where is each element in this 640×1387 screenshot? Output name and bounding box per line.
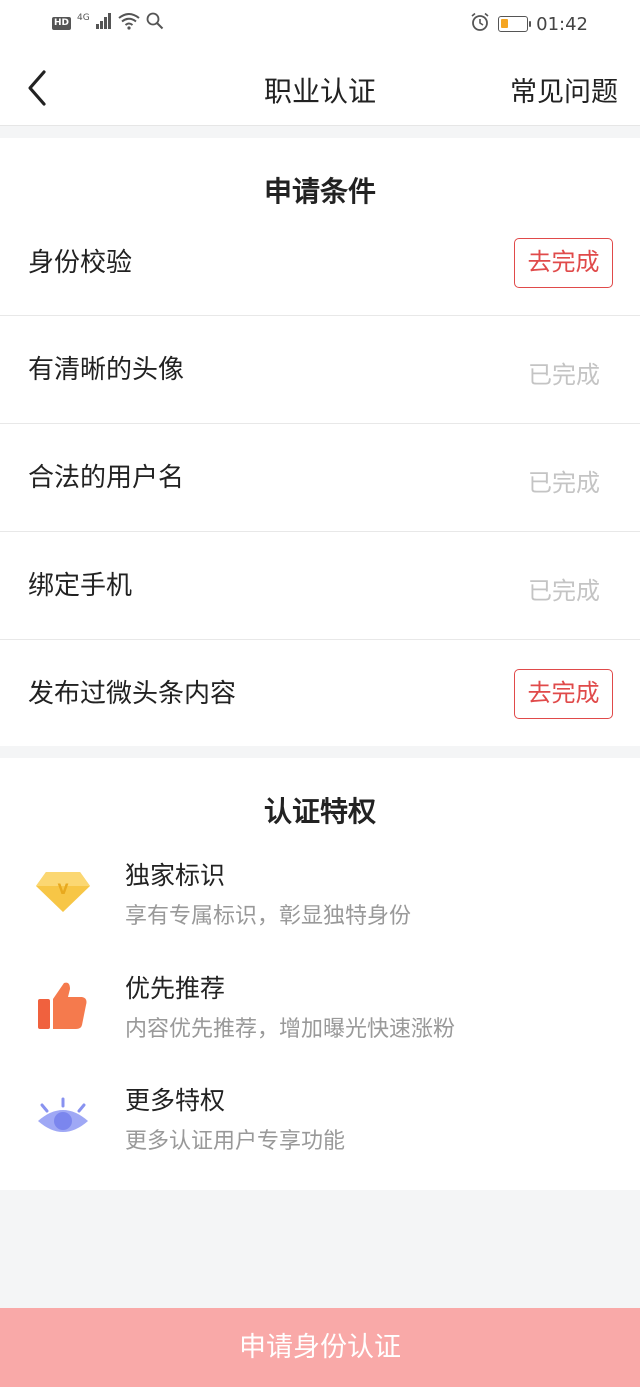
status-done-label: 已完成 <box>528 361 600 389</box>
condition-row-avatar: 有清晰的头像 已完成 <box>0 317 640 424</box>
condition-label: 身份校验 <box>28 248 133 278</box>
privilege-item: 更多特权 更多认证用户专享功能 <box>0 1081 640 1181</box>
status-done-label: 已完成 <box>528 469 600 497</box>
eye-icon <box>34 1089 92 1147</box>
privileges-section: 认证特权 V 独家标识 享有专属标识，彰显独特身份 优先推荐 内容优先推荐，增加… <box>0 758 640 1190</box>
privilege-name: 独家标识 <box>125 861 226 890</box>
condition-row-username: 合法的用户名 已完成 <box>0 425 640 532</box>
condition-label: 合法的用户名 <box>28 463 185 493</box>
hd-badge: HD <box>52 16 72 30</box>
status-bar: HD 4G 01:42 <box>0 0 640 48</box>
condition-row-post: 发布过微头条内容 去完成 <box>0 641 640 746</box>
faq-link[interactable]: 常见问题 <box>510 70 618 109</box>
network-type: 4G <box>77 13 90 23</box>
condition-label: 有清晰的头像 <box>28 355 185 385</box>
privilege-desc: 内容优先推荐，增加曝光快速涨粉 <box>125 1017 456 1042</box>
signal-icon <box>95 13 112 33</box>
apply-verification-button[interactable]: 申请身份认证 <box>0 1308 640 1387</box>
privilege-name: 更多特权 <box>125 1086 226 1115</box>
status-left: HD 4G <box>52 12 164 34</box>
privilege-item: V 独家标识 享有专属标识，彰显独特身份 <box>0 856 640 956</box>
conditions-title: 申请条件 <box>263 175 376 208</box>
diamond-icon: V <box>34 860 92 918</box>
alarm-icon <box>470 12 490 36</box>
status-done-label: 已完成 <box>528 577 600 605</box>
complete-post-button[interactable]: 去完成 <box>514 669 613 719</box>
condition-row-phone: 绑定手机 已完成 <box>0 533 640 640</box>
condition-row-identity: 身份校验 去完成 <box>0 210 640 316</box>
thumbs-up-icon <box>34 977 92 1035</box>
svg-text:V: V <box>58 882 69 898</box>
privilege-item: 优先推荐 内容优先推荐，增加曝光快速涨粉 <box>0 969 640 1069</box>
battery-level <box>501 19 509 28</box>
privilege-desc: 享有专属标识，彰显独特身份 <box>125 904 412 929</box>
privilege-name: 优先推荐 <box>125 974 226 1003</box>
privileges-title: 认证特权 <box>263 795 376 828</box>
status-right: 01:42 <box>470 12 588 36</box>
condition-label: 发布过微头条内容 <box>28 679 237 709</box>
status-time: 01:42 <box>536 13 588 35</box>
nav-bar: 职业认证 常见问题 <box>0 48 640 126</box>
complete-identity-button[interactable]: 去完成 <box>514 238 613 288</box>
battery-icon <box>498 16 532 32</box>
search-icon <box>146 12 164 34</box>
condition-label: 绑定手机 <box>28 571 133 601</box>
wifi-icon <box>118 12 140 34</box>
privilege-desc: 更多认证用户专享功能 <box>125 1129 346 1154</box>
